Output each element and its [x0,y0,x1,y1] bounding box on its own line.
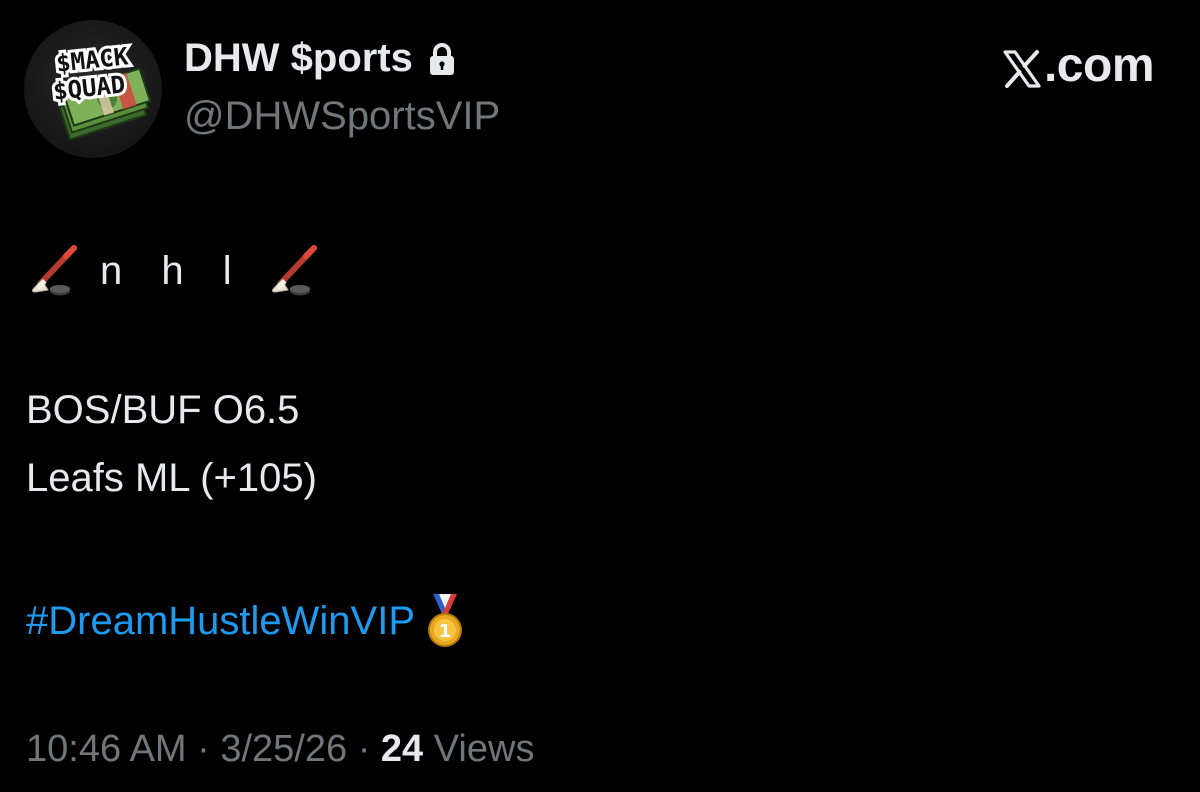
tweet-nhl-line: n h l [26,244,320,298]
tweet-text-line: BOS/BUF O6.5 [26,388,300,432]
author-handle[interactable]: @DHWSportsVIP [184,94,500,139]
views-label: Views [433,728,535,770]
meta-separator: · [357,728,371,770]
hockey-stick-icon [266,244,320,298]
meta-separator: · [197,728,210,770]
tweet-meta: 10:46 AM · 3/25/26 · 24 Views [26,728,534,771]
svg-text:1: 1 [439,621,452,642]
smack-squad-logo: $MACK $QUAD [49,39,152,141]
medal-icon: 1 [423,592,467,650]
hockey-stick-icon [26,244,80,298]
tweet-hashtag-line: #DreamHustleWinVIP 1 [26,592,467,650]
display-name-text[interactable]: DHW $ports [184,36,413,81]
lock-icon [427,41,457,77]
hashtag-link[interactable]: #DreamHustleWinVIP [26,599,415,644]
avatar[interactable]: $MACK $QUAD [24,20,162,158]
author-display-name[interactable]: DHW $ports [184,36,457,81]
x-com-watermark: .com [1002,38,1155,93]
tweet-time[interactable]: 10:46 AM [26,728,187,770]
views-count: 24 [380,728,424,770]
nhl-text: n h l [100,248,246,293]
tweet-date[interactable]: 3/25/26 [220,728,347,770]
tweet-text-line: Leafs ML (+105) [26,456,317,500]
x-logo-icon [1002,46,1042,88]
brand-label: .com [1043,39,1155,92]
